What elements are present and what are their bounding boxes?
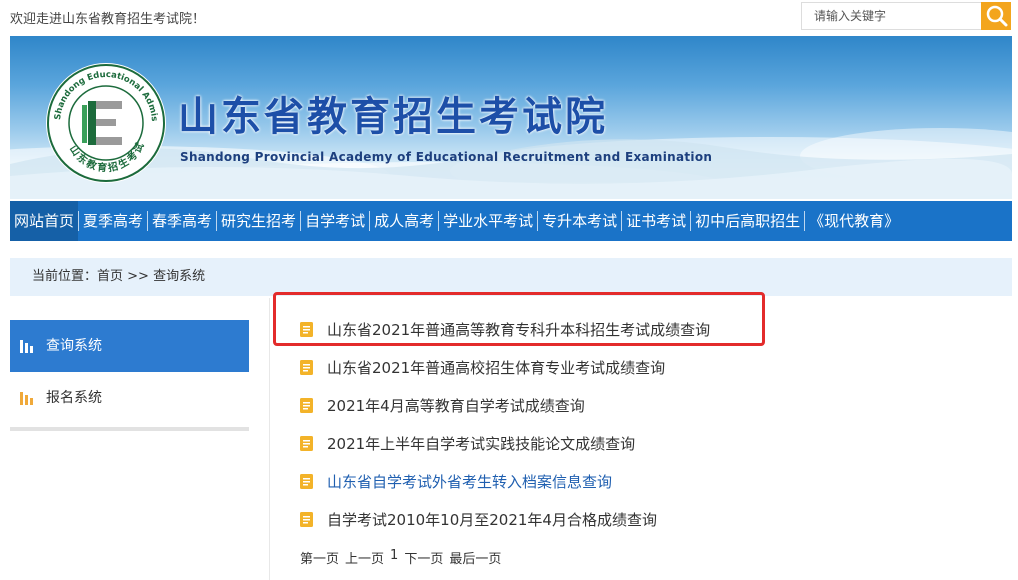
document-icon <box>300 397 313 413</box>
list-item[interactable]: 山东省自学考试外省考生转入档案信息查询 <box>300 462 1000 500</box>
document-icon <box>300 473 313 489</box>
pager-first[interactable]: 第一页 <box>300 548 339 567</box>
pager-prev[interactable]: 上一页 <box>345 548 384 567</box>
document-icon <box>300 511 313 527</box>
site-subtitle: Shandong Provincial Academy of Education… <box>180 150 713 164</box>
academy-logo: Shandong Educational Admission & Examina… <box>44 61 166 183</box>
breadcrumb-separator: >> <box>123 269 154 284</box>
bar-chart-icon <box>20 392 33 405</box>
sidebar-item-registration-system[interactable]: 报名系统 <box>10 372 249 424</box>
list-item-title: 山东省2021年普通高等教育专科升本科招生考试成绩查询 <box>327 320 711 339</box>
document-icon <box>300 359 313 375</box>
list-item-title: 2021年4月高等教育自学考试成绩查询 <box>327 396 585 415</box>
nav-item-graduate-exam[interactable]: 研究生招考 <box>217 201 300 241</box>
document-icon <box>300 435 313 451</box>
pager-current: 1 <box>390 548 399 563</box>
top-bar: 欢迎走进山东省教育招生考试院！ <box>0 0 1018 34</box>
list-item-title: 山东省2021年普通高校招生体育专业考试成绩查询 <box>327 358 666 377</box>
nav-item-proficiency-exam[interactable]: 学业水平考试 <box>439 201 537 241</box>
list-item[interactable]: 2021年上半年自学考试实践技能论文成绩查询 <box>300 424 1000 462</box>
welcome-text: 欢迎走进山东省教育招生考试院！ <box>10 12 206 27</box>
query-list: 山东省2021年普通高等教育专科升本科招生考试成绩查询 山东省2021年普通高校… <box>300 310 1000 538</box>
nav-item-self-study-exam[interactable]: 自学考试 <box>301 201 369 241</box>
breadcrumb-home-link[interactable]: 首页 <box>97 269 123 284</box>
list-item-title: 2021年上半年自学考试实践技能论文成绩查询 <box>327 434 636 453</box>
pager-next[interactable]: 下一页 <box>404 548 443 567</box>
sidebar-item-label: 报名系统 <box>46 390 102 406</box>
main-nav: 网站首页 夏季高考 春季高考 研究生招考 自学考试 成人高考 学业水平考试 专升… <box>10 201 1012 241</box>
nav-item-summer-gaokao[interactable]: 夏季高考 <box>79 201 147 241</box>
content-divider <box>269 298 270 580</box>
list-item[interactable]: 山东省2021年普通高等教育专科升本科招生考试成绩查询 <box>300 310 1000 348</box>
breadcrumb: 当前位置：首页 >> 查询系统 <box>10 258 1012 296</box>
site-title: 山东省教育招生考试院 <box>178 94 608 140</box>
nav-item-home[interactable]: 网站首页 <box>10 201 79 241</box>
breadcrumb-prefix: 当前位置： <box>32 269 98 284</box>
sidebar: 查询系统 报名系统 <box>10 320 249 431</box>
nav-item-adult-exam[interactable]: 成人高考 <box>370 201 438 241</box>
pagination: 第一页 上一页 1 下一页 最后一页 <box>300 548 501 567</box>
sidebar-item-query-system[interactable]: 查询系统 <box>10 320 249 372</box>
nav-item-vocational-enrollment[interactable]: 初中后高职招生 <box>691 201 804 241</box>
nav-item-spring-gaokao[interactable]: 春季高考 <box>148 201 216 241</box>
list-item-title: 山东省自学考试外省考生转入档案信息查询 <box>327 472 613 491</box>
sidebar-item-label: 查询系统 <box>46 338 102 354</box>
search-button[interactable] <box>981 2 1011 30</box>
list-item[interactable]: 自学考试2010年10月至2021年4月合格成绩查询 <box>300 500 1000 538</box>
search-box <box>801 2 1013 30</box>
bar-chart-icon <box>20 340 33 353</box>
pager-last[interactable]: 最后一页 <box>449 548 501 567</box>
list-item-title: 自学考试2010年10月至2021年4月合格成绩查询 <box>327 510 657 529</box>
sidebar-bottom-bar <box>10 427 249 431</box>
header-banner: Shandong Educational Admission & Examina… <box>10 36 1012 199</box>
document-icon <box>300 321 313 337</box>
breadcrumb-current[interactable]: 查询系统 <box>153 269 205 284</box>
nav-item-modern-education[interactable]: 《现代教育》 <box>805 201 903 241</box>
search-input[interactable] <box>801 2 981 30</box>
nav-item-upgrade-exam[interactable]: 专升本考试 <box>538 201 621 241</box>
list-item[interactable]: 山东省2021年普通高校招生体育专业考试成绩查询 <box>300 348 1000 386</box>
list-item[interactable]: 2021年4月高等教育自学考试成绩查询 <box>300 386 1000 424</box>
search-icon <box>986 5 1008 27</box>
nav-item-certificate-exam[interactable]: 证书考试 <box>622 201 690 241</box>
